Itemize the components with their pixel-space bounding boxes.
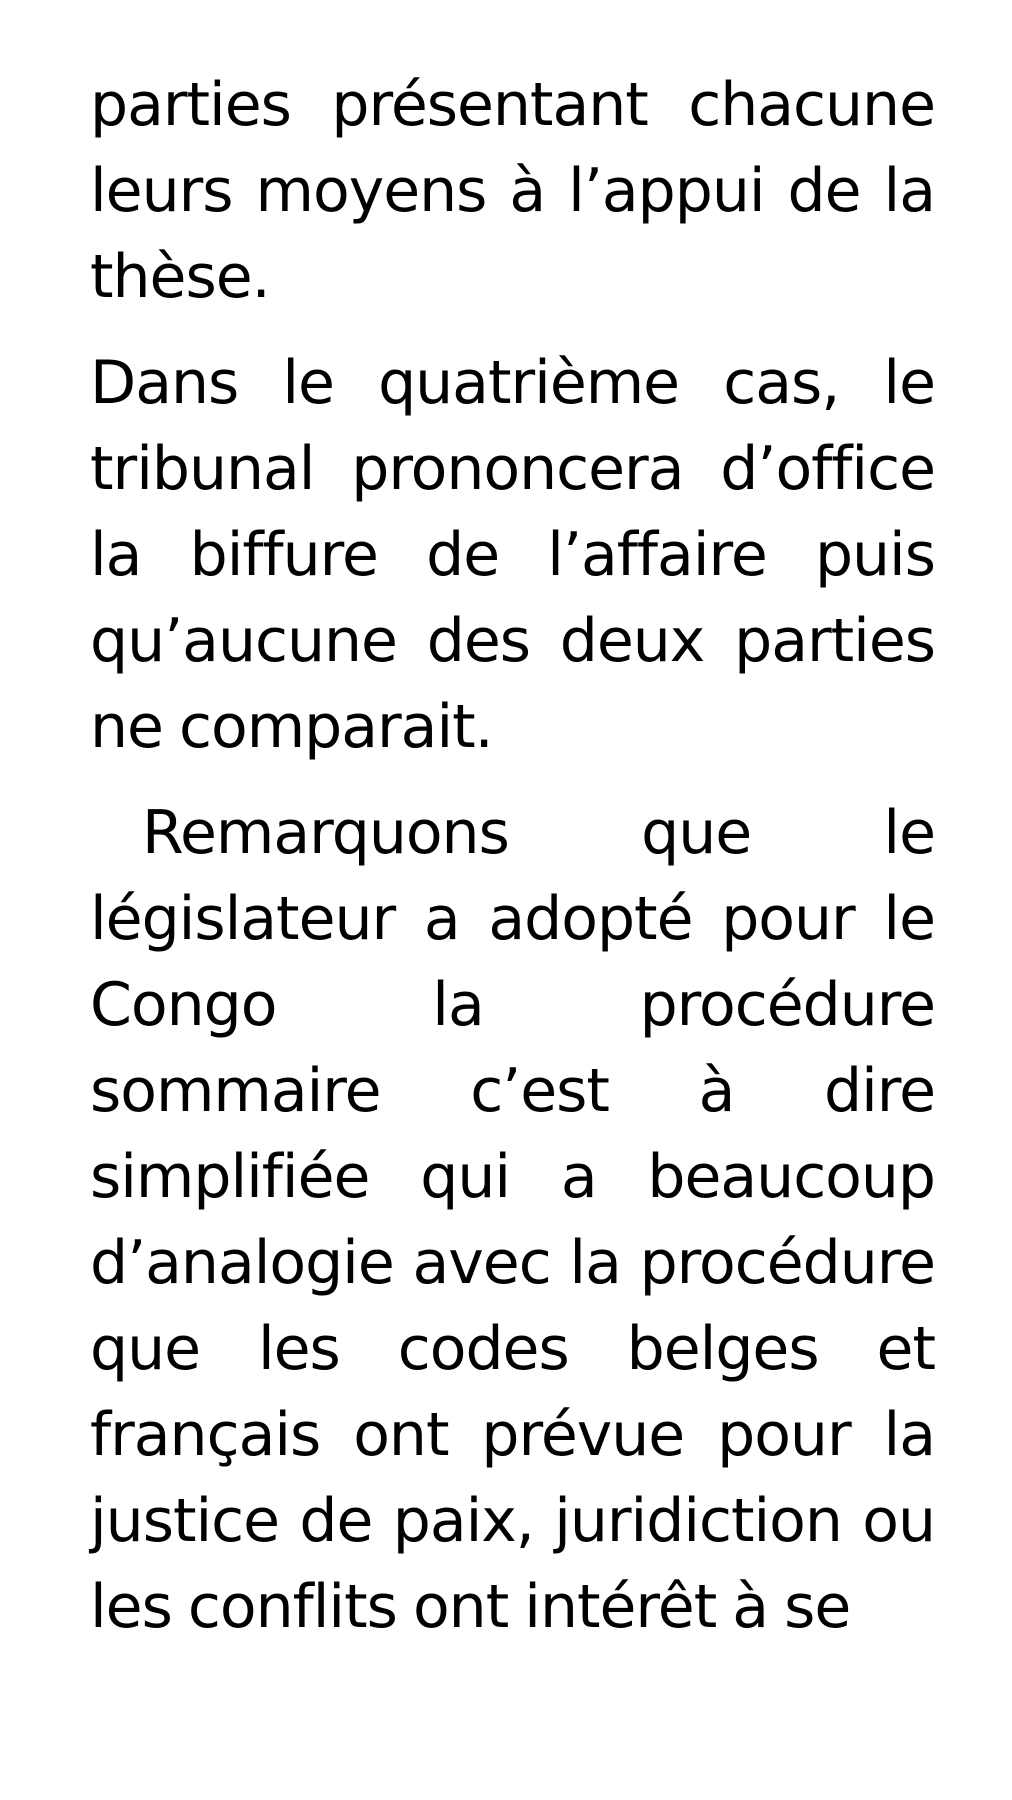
paragraph-2: Dans le quatrième cas, le tribunal prono… xyxy=(90,348,936,762)
paragraph-1: parties présentant chacune leurs moyens … xyxy=(90,70,936,312)
document-page: parties présentant chacune leurs moyens … xyxy=(90,62,936,1650)
paragraph-3: Remarquons que le législateur a adopté p… xyxy=(90,798,936,1642)
